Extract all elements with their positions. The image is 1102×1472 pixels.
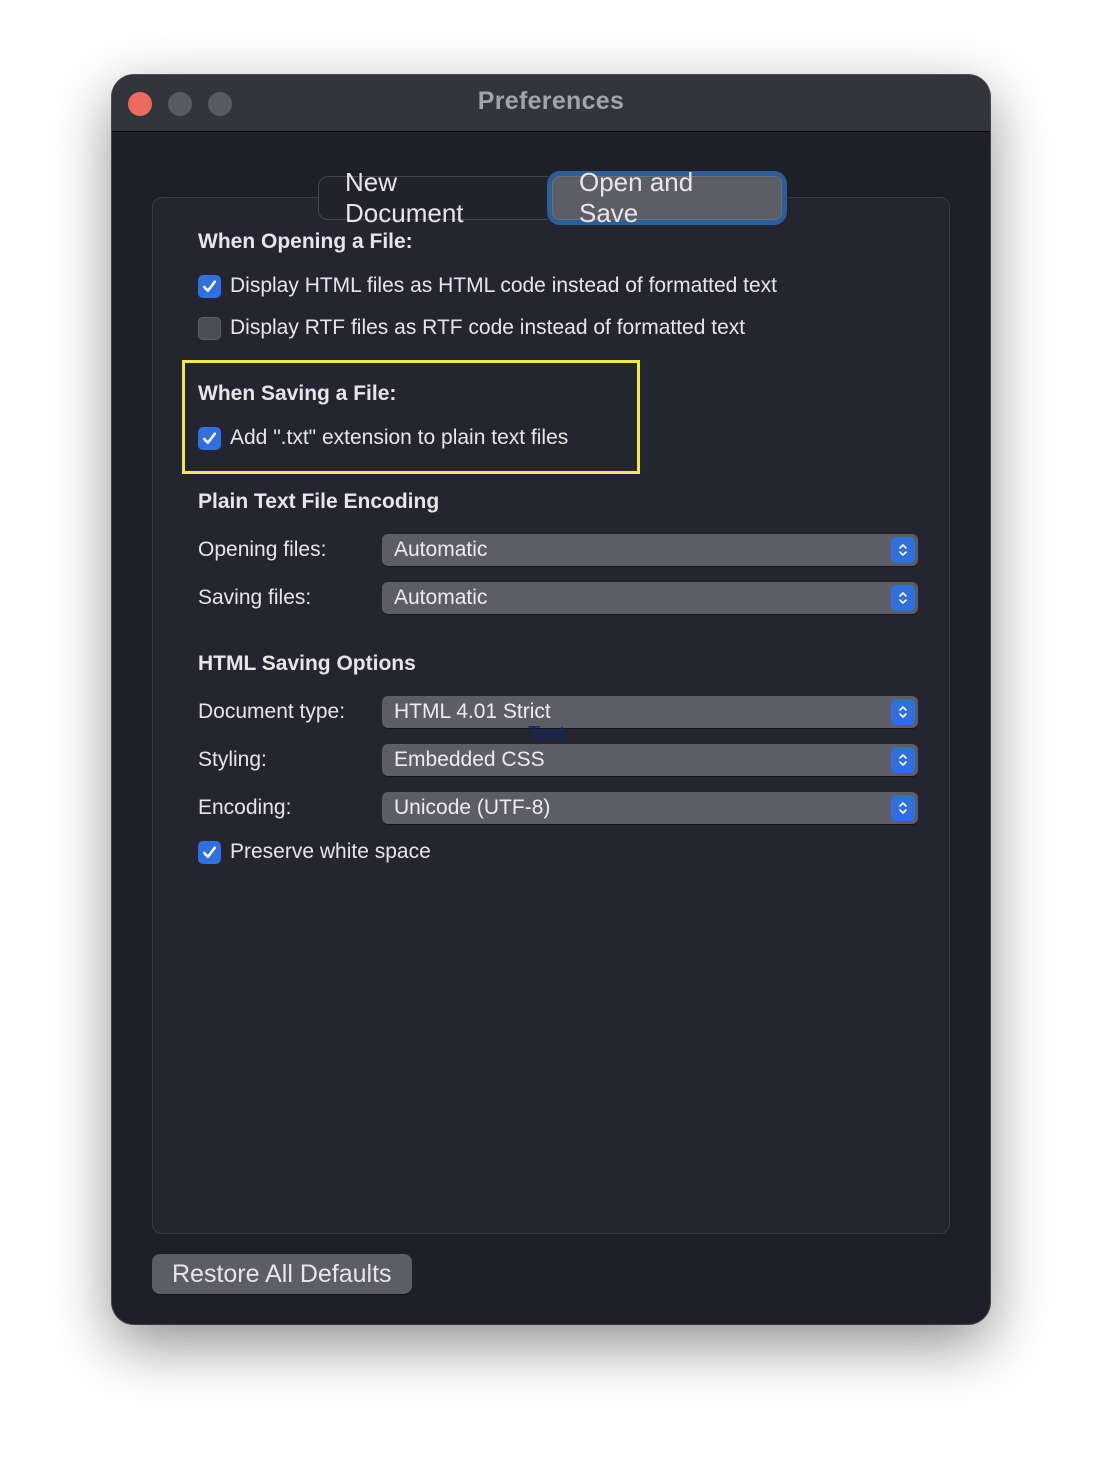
checkbox-checked[interactable] (198, 274, 221, 298)
styling-select[interactable]: Embedded CSS (382, 744, 918, 776)
saving-section-title: When Saving a File: (198, 382, 397, 405)
up-down-chevron-icon (891, 747, 915, 773)
option-label: Add ".txt" extension to plain text files (230, 426, 569, 449)
select-value: Automatic (394, 538, 488, 561)
styling-label: Styling: (198, 748, 267, 771)
select-value: Embedded CSS (394, 748, 545, 771)
encoding-section-title: Plain Text File Encoding (198, 490, 440, 513)
overlay-text-label: Text (528, 723, 565, 745)
preserve-white-space-option[interactable]: Preserve white space (198, 840, 431, 864)
restore-all-defaults-button[interactable]: Restore All Defaults (152, 1254, 412, 1294)
up-down-chevron-icon (891, 699, 915, 725)
tab-open-and-save[interactable]: Open and Save (552, 167, 782, 228)
select-value: HTML 4.01 Strict (394, 700, 551, 723)
saving-files-label: Saving files: (198, 586, 312, 609)
up-down-chevron-icon (891, 795, 915, 821)
saving-files-select[interactable]: Automatic (382, 582, 918, 614)
option-label: Display RTF files as RTF code instead of… (230, 316, 746, 339)
checkmark-icon (202, 431, 217, 444)
checkmark-icon (202, 279, 217, 292)
highlight-box (182, 360, 640, 474)
title-bar: Preferences (112, 75, 990, 132)
window-title: Preferences (477, 87, 625, 115)
html-encoding-select[interactable]: Unicode (UTF-8) (382, 792, 918, 824)
up-down-chevron-icon (891, 585, 915, 611)
display-rtf-as-code-option[interactable]: Display RTF files as RTF code instead of… (198, 316, 745, 340)
opening-files-label: Opening files: (198, 538, 327, 561)
add-txt-extension-option[interactable]: Add ".txt" extension to plain text files (198, 426, 568, 450)
option-label: Preserve white space (230, 840, 431, 863)
preferences-window: Preferences New Document Open and Save W… (112, 75, 990, 1324)
checkbox-unchecked[interactable] (198, 316, 221, 340)
html-encoding-label: Encoding: (198, 796, 292, 819)
tab-new-document[interactable]: New Document (318, 167, 548, 228)
document-type-select[interactable]: HTML 4.01 Strict (382, 696, 918, 728)
select-value: Unicode (UTF-8) (394, 796, 551, 819)
checkmark-icon (202, 845, 217, 858)
html-options-section-title: HTML Saving Options (198, 652, 416, 675)
display-html-as-code-option[interactable]: Display HTML files as HTML code instead … (198, 274, 777, 298)
opening-section-title: When Opening a File: (198, 230, 413, 253)
checkbox-checked[interactable] (198, 840, 221, 864)
select-value: Automatic (394, 586, 488, 609)
tab-bar: New Document Open and Save (318, 167, 782, 228)
option-label: Display HTML files as HTML code instead … (230, 274, 777, 297)
document-type-label: Document type: (198, 700, 346, 723)
up-down-chevron-icon (891, 537, 915, 563)
opening-files-select[interactable]: Automatic (382, 534, 918, 566)
checkbox-checked[interactable] (198, 426, 221, 450)
